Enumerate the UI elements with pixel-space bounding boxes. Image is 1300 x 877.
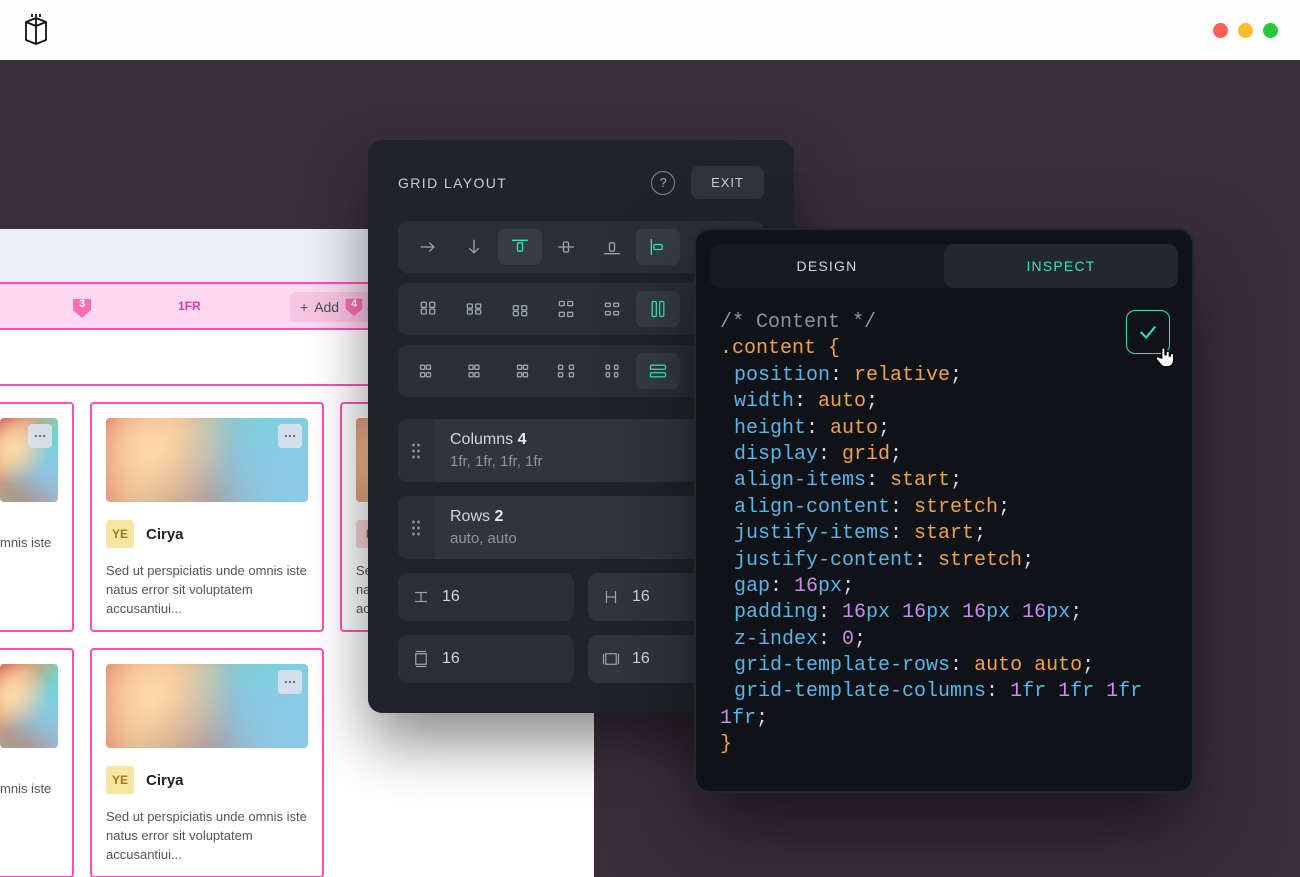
- columns-label: Columns: [450, 431, 513, 448]
- ruler-badge-1: 3: [70, 296, 94, 320]
- rows-label: Rows: [450, 508, 490, 525]
- tab-design[interactable]: DESIGN: [710, 244, 944, 288]
- card-menu-button[interactable]: [278, 424, 302, 448]
- card[interactable]: YE Cirya Sed ut perspiciatis unde omnis …: [90, 402, 324, 632]
- minimize-window-icon[interactable]: [1238, 23, 1253, 38]
- justify-content-end-icon[interactable]: [498, 353, 542, 389]
- card-desc: mnis iste: [0, 780, 58, 799]
- help-icon[interactable]: ?: [651, 171, 675, 195]
- card[interactable]: mnis iste: [0, 648, 74, 877]
- align-content-start-icon[interactable]: [406, 291, 450, 327]
- panel-title: GRID LAYOUT: [398, 175, 507, 191]
- card[interactable]: YE Cirya Sed ut perspiciatis unde omnis …: [90, 648, 324, 877]
- avatar: YE: [106, 520, 134, 548]
- justify-content-between-icon[interactable]: [544, 353, 588, 389]
- align-content-end-icon[interactable]: [498, 291, 542, 327]
- inspect-panel: DESIGN INSPECT /* Content */ .content { …: [694, 228, 1194, 793]
- tab-inspect[interactable]: INSPECT: [944, 244, 1178, 288]
- titlebar: [0, 0, 1300, 60]
- card-desc: Sed ut perspiciatis unde omnis iste natu…: [106, 808, 308, 865]
- align-content-center-icon[interactable]: [452, 291, 496, 327]
- ruler-badge-2-num: 4: [343, 298, 365, 310]
- card-menu-button[interactable]: [28, 424, 52, 448]
- card-desc: mnis iste: [0, 534, 58, 553]
- exit-button[interactable]: EXIT: [691, 166, 764, 199]
- direction-column-icon[interactable]: [452, 229, 496, 265]
- plus-icon: +: [300, 299, 308, 315]
- drag-handle-icon[interactable]: [398, 519, 434, 537]
- columns-count: 4: [518, 431, 527, 448]
- drag-handle-icon[interactable]: [398, 442, 434, 460]
- align-content-between-icon[interactable]: [544, 291, 588, 327]
- card[interactable]: mnis iste: [0, 402, 74, 632]
- padding-v-input[interactable]: 16: [398, 635, 574, 683]
- align-items-center-icon[interactable]: [544, 229, 588, 265]
- cursor-hand-icon: [1152, 344, 1178, 370]
- card-author: YE Cirya: [106, 520, 308, 548]
- ruler-badge-2: 4: [343, 296, 365, 318]
- ruler-badge-1-num: 3: [70, 298, 94, 310]
- card-author: YE Cirya: [106, 766, 308, 794]
- card-menu-button[interactable]: [278, 670, 302, 694]
- tab-bar: DESIGN INSPECT: [710, 244, 1178, 288]
- justify-content-around-icon[interactable]: [590, 353, 634, 389]
- card-image: [0, 664, 58, 748]
- close-window-icon[interactable]: [1213, 23, 1228, 38]
- justify-content-stretch-icon[interactable]: [636, 353, 680, 389]
- author-name: Cirya: [146, 772, 184, 789]
- direction-row-icon[interactable]: [406, 229, 450, 265]
- row-gap-input[interactable]: 16: [398, 573, 574, 621]
- card-desc: Sed ut perspiciatis unde omnis iste natu…: [106, 562, 308, 619]
- author-name: Cirya: [146, 526, 184, 543]
- align-content-stretch-icon[interactable]: [636, 291, 680, 327]
- rows-count: 2: [494, 508, 503, 525]
- avatar: YE: [106, 766, 134, 794]
- align-items-end-icon[interactable]: [590, 229, 634, 265]
- ruler-fr-label: 1FR: [178, 299, 201, 313]
- justify-items-start-icon[interactable]: [636, 229, 680, 265]
- window-controls: [1213, 23, 1278, 38]
- justify-content-center-icon[interactable]: [452, 353, 496, 389]
- justify-content-start-icon[interactable]: [406, 353, 450, 389]
- align-content-around-icon[interactable]: [590, 291, 634, 327]
- code-view: /* Content */ .content { position: relat…: [710, 288, 1178, 777]
- app-logo: [22, 14, 50, 46]
- maximize-window-icon[interactable]: [1263, 23, 1278, 38]
- add-label: Add: [314, 299, 339, 315]
- align-items-start-icon[interactable]: [498, 229, 542, 265]
